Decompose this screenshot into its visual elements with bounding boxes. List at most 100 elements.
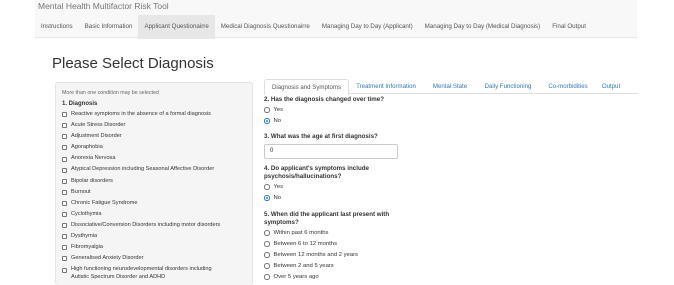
checkbox[interactable] xyxy=(62,245,67,251)
diagnosis-help-text: More than one condition may be selected xyxy=(62,90,159,96)
q2-option-label: No xyxy=(273,118,282,124)
tab-instructions[interactable]: Instructions xyxy=(35,15,79,39)
tab-applicant-questionnaire[interactable]: Applicant Questionairre xyxy=(138,15,215,39)
q4-option-no[interactable]: No xyxy=(264,195,281,201)
diagnosis-option[interactable]: Fibromyalgia xyxy=(62,244,220,255)
q5-option-over-5-years[interactable]: Over 5 years ago xyxy=(264,274,319,280)
diagnosis-option[interactable]: Chronic Fatigue Syndrome xyxy=(62,200,220,211)
question-3-label: 3. What was the age at first diagnosis? xyxy=(264,133,378,140)
diagnosis-option-label: Burnout xyxy=(71,188,91,195)
top-navbar: Mental Health Multifactor Risk Tool Inst… xyxy=(35,0,637,39)
subtab-daily-functioning[interactable]: Daily Functioning xyxy=(480,79,536,94)
diagnosis-option[interactable]: Burnout xyxy=(62,189,220,200)
diagnosis-option[interactable]: Generalised Anxiety Disorder xyxy=(62,255,220,266)
q5-option-6-to-12-months[interactable]: Between 6 to 12 months xyxy=(264,241,337,247)
q5-option-12-months-to-2-years[interactable]: Between 12 months and 2 years xyxy=(264,252,358,258)
question-4-label-line1: 4. Do applicant's symptoms include xyxy=(264,165,369,172)
q5-option-label: Over 5 years ago xyxy=(273,274,319,280)
diagnosis-option[interactable]: Agoraphobia xyxy=(62,144,220,155)
diagnosis-option-label: Cyclothymia xyxy=(71,210,102,217)
subtab-diagnosis-and-symptoms[interactable]: Diagnosis and Symptoms xyxy=(264,79,349,95)
radio-button[interactable] xyxy=(264,263,270,269)
diagnosis-option-label-line2: Autistic Spectrum Disorder and ADHD xyxy=(71,273,166,280)
checkbox[interactable] xyxy=(62,234,67,240)
diagnosis-option-label: Acute Stress Disorder xyxy=(71,122,126,129)
diagnosis-option[interactable]: Atypical Depression including Seasonal A… xyxy=(62,166,220,177)
checkbox[interactable] xyxy=(62,167,67,173)
age-at-diagnosis-input[interactable]: 0 xyxy=(264,144,398,159)
q4-option-label: Yes xyxy=(273,184,284,190)
page-title: Please Select Diagnosis xyxy=(52,55,214,72)
diagnosis-option-label: Chronic Fatigue Syndrome xyxy=(71,199,138,206)
q2-option-yes[interactable]: Yes xyxy=(264,107,283,113)
q4-option-yes[interactable]: Yes xyxy=(264,184,283,190)
tab-basic-information[interactable]: Basic Information xyxy=(79,15,139,39)
diagnosis-option[interactable]: Reactive symptoms in the absence of a fo… xyxy=(62,111,220,122)
diagnosis-option-label: Fibromyalgia xyxy=(71,244,104,251)
checkbox[interactable] xyxy=(62,267,67,273)
diagnosis-panel: More than one condition may be selected … xyxy=(55,82,253,285)
diagnosis-option[interactable]: Dysthymia xyxy=(62,233,220,244)
checkbox[interactable] xyxy=(62,189,67,195)
checkbox[interactable] xyxy=(62,178,67,184)
q2-option-label: Yes xyxy=(273,107,284,113)
question-4-label: 4. Do applicant's symptoms include psycho… xyxy=(264,165,369,180)
radio-button-selected[interactable] xyxy=(264,118,270,124)
q4-option-label: No xyxy=(273,195,282,201)
diagnosis-option-label: Generalised Anxiety Disorder xyxy=(71,255,144,262)
checkbox[interactable] xyxy=(62,134,67,140)
radio-button[interactable] xyxy=(264,230,270,236)
subtab-output[interactable]: Output xyxy=(598,79,624,94)
checkbox[interactable] xyxy=(62,145,67,151)
subtab-treatment-information[interactable]: Treatment Information xyxy=(354,79,418,94)
q5-option-2-to-5-years[interactable]: Between 2 and 5 years xyxy=(264,263,334,269)
tab-managing-day-to-day-medical[interactable]: Managing Day to Day (Medical Diagnosis) xyxy=(419,15,547,39)
diagnosis-option-label: Agoraphobia xyxy=(71,144,103,151)
main-tabs: Instructions Basic Information Applicant… xyxy=(35,15,592,39)
app-title: Mental Health Multifactor Risk Tool xyxy=(38,1,169,11)
diagnosis-option[interactable]: Adjustment Disorder xyxy=(62,133,220,144)
tab-managing-day-to-day-applicant[interactable]: Managing Day to Day (Applicant) xyxy=(316,15,419,39)
checkbox[interactable] xyxy=(62,112,67,118)
q5-option-label: Between 2 and 5 years xyxy=(273,263,334,269)
q5-option-label: Between 12 months and 2 years xyxy=(273,252,359,258)
question-2-label: 2. Has the diagnosis changed over time? xyxy=(264,96,385,103)
radio-button[interactable] xyxy=(264,107,270,113)
diagnosis-checkbox-list: Reactive symptoms in the absence of a fo… xyxy=(62,111,220,285)
q2-option-no[interactable]: No xyxy=(264,118,281,124)
sub-tabs: Diagnosis and Symptoms Treatment Informa… xyxy=(264,79,638,95)
checkbox[interactable] xyxy=(62,256,67,262)
q5-option-label: Between 6 to 12 months xyxy=(273,241,338,247)
tab-medical-diagnosis-questionnaire[interactable]: Medical Diagnosis Questionairre xyxy=(215,15,316,39)
subtab-co-morbidities[interactable]: Co-morbidities xyxy=(544,79,592,94)
diagnosis-option-label: Dissociative/Conversion Disorders includ… xyxy=(71,221,221,228)
checkbox[interactable] xyxy=(62,212,67,218)
checkbox[interactable] xyxy=(62,156,67,162)
diagnosis-option-label-line1: High functioning neurodevelopmental diso… xyxy=(71,266,212,273)
diagnosis-option-label: Bipolar disorders xyxy=(71,177,113,184)
diagnosis-option[interactable]: Bipolar disorders xyxy=(62,178,220,189)
q5-option-within-6-months[interactable]: Within past 6 months xyxy=(264,230,329,236)
radio-button[interactable] xyxy=(264,274,270,280)
diagnosis-option-label: Adjustment Disorder xyxy=(71,133,122,140)
tab-final-output[interactable]: Final Output xyxy=(546,15,592,39)
radio-button[interactable] xyxy=(264,241,270,247)
checkbox[interactable] xyxy=(62,200,67,206)
diagnosis-option-label: High functioning neurodevelopmental diso… xyxy=(71,266,212,281)
diagnosis-heading: 1. Diagnosis xyxy=(62,101,98,107)
radio-button[interactable] xyxy=(264,184,270,190)
radio-button[interactable] xyxy=(264,252,270,258)
q5-option-label: Within past 6 months xyxy=(273,230,329,236)
diagnosis-option[interactable]: Acute Stress Disorder xyxy=(62,122,220,133)
diagnosis-option[interactable]: High functioning neurodevelopmental diso… xyxy=(62,266,220,285)
question-5-label-line2: symptoms? xyxy=(264,218,299,226)
diagnosis-option-label: Dysthymia xyxy=(71,233,98,240)
question-5-label-line1: 5. When did the applicant last present w… xyxy=(264,211,390,218)
checkbox[interactable] xyxy=(62,123,67,129)
checkbox[interactable] xyxy=(62,223,67,229)
subtab-mental-state[interactable]: Mental State xyxy=(428,79,472,94)
radio-button-selected[interactable] xyxy=(264,195,270,201)
diagnosis-option[interactable]: Cyclothymia xyxy=(62,211,220,222)
diagnosis-option[interactable]: Anorexia Nervosa xyxy=(62,155,220,166)
diagnosis-option[interactable]: Dissociative/Conversion Disorders includ… xyxy=(62,222,220,233)
